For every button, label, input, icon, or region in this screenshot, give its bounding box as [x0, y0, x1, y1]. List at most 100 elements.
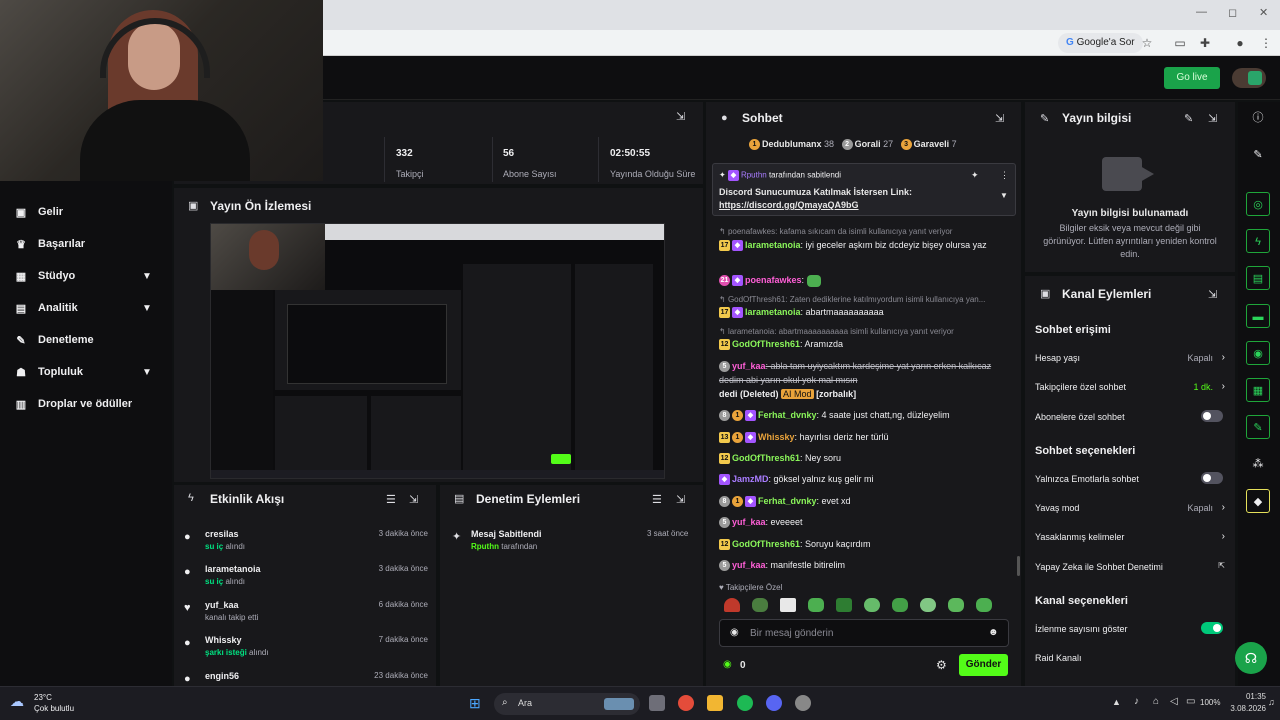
broadcast-icon[interactable]: ◉ [1246, 341, 1270, 365]
sidebar-item-analitik[interactable]: ▤ Analitik ▼ [14, 298, 152, 318]
sidebar-item-denetleme[interactable]: ✎ Denetleme [14, 330, 93, 350]
follower-chat-row[interactable]: Takipçilere özel sohbet 1 dk. › [1035, 381, 1225, 392]
gear-icon[interactable]: ⚙ [936, 658, 947, 672]
unpin-icon[interactable]: ✦ [971, 170, 979, 181]
volume-icon[interactable]: ◁ [1170, 696, 1178, 707]
go-live-button[interactable]: Go live [1164, 67, 1220, 89]
chat-user[interactable]: yuf_kaa [732, 560, 766, 570]
popout-icon[interactable]: ⇲ [676, 493, 685, 506]
raid-row[interactable]: Raid Kanalı [1035, 653, 1225, 663]
pencil-icon[interactable]: ✎ [1246, 143, 1270, 167]
lightning-icon[interactable]: ϟ [1246, 229, 1270, 253]
popout-icon[interactable]: ⇲ [995, 112, 1004, 125]
mod-item-user[interactable]: Rputhn [471, 542, 499, 551]
info-icon[interactable]: ⓘ [1246, 106, 1270, 130]
emote-icon[interactable] [892, 598, 908, 612]
chat-input[interactable]: ◉ Bir mesaj gönderin ☻ [719, 619, 1009, 647]
minimize-button[interactable]: — [1196, 6, 1207, 18]
extensions-icon[interactable]: ✚ [1195, 33, 1215, 53]
chrome-icon[interactable] [678, 695, 694, 711]
ai-mod-row[interactable]: Yapay Zeka ile Sohbet Denetimi ⇱ [1035, 561, 1225, 572]
emote-icon[interactable] [808, 598, 824, 612]
profile-avatar[interactable]: ● [1230, 33, 1250, 53]
pinned-by-user[interactable]: Rputhn [741, 171, 767, 180]
emote-icon[interactable] [752, 598, 768, 612]
discord-icon[interactable] [766, 695, 782, 711]
document-icon[interactable]: ▤ [1246, 266, 1270, 290]
google-ask-chip[interactable]: G Google'a Sor [1058, 33, 1143, 53]
emote-icon[interactable] [780, 598, 796, 612]
chat-user[interactable]: larametanoia [745, 240, 801, 250]
steam-icon[interactable] [795, 695, 811, 711]
account-age-row[interactable]: Hesap yaşı Kapalı › [1035, 352, 1225, 363]
taskbar-search[interactable]: ⌕ Ara [494, 693, 640, 715]
chat-user[interactable]: poenafawkes [745, 275, 802, 285]
network-icon[interactable]: ⌂ [1153, 696, 1159, 707]
task-view-icon[interactable] [649, 695, 665, 711]
send-button[interactable]: Gönder [959, 654, 1008, 676]
emote-icon[interactable] [864, 598, 880, 612]
chat-user[interactable]: GodOfThresh61 [732, 339, 800, 349]
popout-icon[interactable]: ⇲ [676, 110, 685, 123]
leader-name[interactable]: Gorali [855, 139, 881, 149]
filter-icon[interactable]: ☰ [386, 493, 396, 506]
banned-words-row[interactable]: Yasaklanmış kelimeler › [1035, 531, 1225, 542]
popout-icon[interactable]: ⇲ [409, 493, 418, 506]
chat-user[interactable]: larametanoia [745, 307, 801, 317]
popout-icon[interactable]: ⇲ [1208, 112, 1217, 125]
sidebar-item-studyo[interactable]: ▦ Stüdyo ▼ [14, 266, 152, 286]
leader-name[interactable]: Garaveli [914, 139, 950, 149]
media-icon[interactable]: ▭ [1170, 33, 1190, 53]
menu-dots-icon[interactable]: ⋮ [1256, 33, 1276, 53]
sidebar-item-topluluk[interactable]: ☗ Topluluk ▼ [14, 362, 152, 382]
chat-user[interactable]: Ferhat_dvnky [758, 496, 817, 506]
chat-scrollbar[interactable] [1017, 556, 1020, 576]
filter-icon[interactable]: ☰ [652, 493, 662, 506]
emote-icon[interactable] [724, 598, 740, 612]
tray-chevron-icon[interactable]: ▲ [1112, 697, 1121, 707]
chat-user[interactable]: yuf_kaa [732, 517, 766, 527]
emote-icon[interactable] [948, 598, 964, 612]
emote-only-toggle[interactable] [1201, 472, 1223, 484]
apps-icon[interactable]: ⁂ [1246, 452, 1270, 476]
microphone-icon[interactable]: ♪ [1134, 696, 1139, 707]
avatar[interactable] [1232, 68, 1266, 88]
chat-icon[interactable]: ▬ [1246, 304, 1270, 328]
pinned-menu-icon[interactable]: ⋮ [1000, 170, 1009, 181]
bookmark-star-icon[interactable]: ☆ [1137, 33, 1157, 53]
layout-icon[interactable]: ▦ [1246, 378, 1270, 402]
windows-start-icon[interactable]: ⊞ [469, 695, 481, 712]
sidebar-item-droplar[interactable]: ▥ Droplar ve ödüller [14, 394, 132, 414]
chat-user[interactable]: GodOfThresh61 [732, 539, 800, 549]
emote-icon[interactable] [920, 598, 936, 612]
chat-user[interactable]: yuf_kaa [732, 361, 766, 371]
chat-user[interactable]: GodOfThresh61 [732, 453, 800, 463]
stream-preview[interactable] [210, 223, 665, 479]
chat-user[interactable]: Ferhat_dvnky [758, 410, 817, 420]
support-headset-icon[interactable]: ☊ [1235, 642, 1267, 674]
file-explorer-icon[interactable] [707, 695, 723, 711]
emoji-icon[interactable]: ☻ [988, 627, 999, 638]
close-button[interactable]: ✕ [1259, 6, 1268, 19]
battery-icon[interactable]: ▭ [1186, 696, 1195, 707]
settings-diamond-icon[interactable]: ◆ [1246, 489, 1270, 513]
notification-bell-icon[interactable]: ♫ [1268, 697, 1275, 707]
edit-icon[interactable]: ✎ [1184, 112, 1193, 125]
sub-chat-toggle[interactable] [1201, 410, 1223, 422]
popout-icon[interactable]: ⇲ [1208, 288, 1217, 301]
maximize-button[interactable]: ◻ [1228, 6, 1237, 19]
pinned-link[interactable]: https://discord.gg/QmayaQA9bG [719, 200, 859, 210]
reply-mode-icon[interactable]: ◉ [730, 627, 739, 638]
leader-name[interactable]: Dedublumanx [762, 139, 822, 149]
viewcount-toggle[interactable] [1201, 622, 1223, 634]
capture-icon[interactable]: ◎ [1246, 192, 1270, 216]
chat-user[interactable]: JamzMD [732, 474, 769, 484]
points-icon[interactable]: ◉ [723, 659, 732, 670]
chevron-down-icon[interactable]: ▼ [1000, 191, 1008, 200]
chat-user[interactable]: Whissky [758, 432, 795, 442]
wrench-icon[interactable]: ✎ [1246, 415, 1270, 439]
sidebar-item-basarilar[interactable]: ♛ Başarılar [14, 234, 85, 254]
sidebar-item-gelir[interactable]: ▣ Gelir [14, 202, 63, 222]
emote-icon[interactable] [976, 598, 992, 612]
slow-mode-row[interactable]: Yavaş mod Kapalı › [1035, 502, 1225, 513]
